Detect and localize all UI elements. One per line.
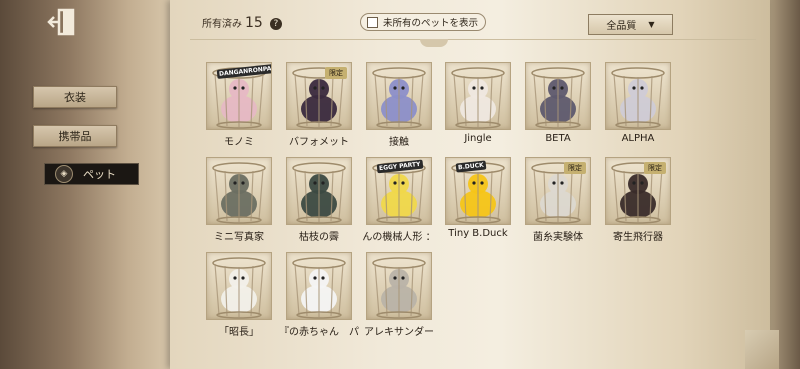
show-unowned-checkbox[interactable]: [367, 16, 378, 28]
pet-card[interactable]: アレキサンダー: [364, 252, 434, 340]
pet-card[interactable]: Jingle: [443, 62, 513, 150]
pet-frame: [366, 62, 432, 130]
header-notch: [420, 39, 448, 47]
pet-frame: 限定: [286, 62, 352, 130]
owned-label: 所有済み: [202, 19, 242, 30]
pet-name: Tiny B.Duck: [448, 228, 508, 239]
header-divider: [190, 39, 756, 40]
pet-cage-illustration: [292, 162, 346, 224]
pet-frame: [366, 252, 432, 320]
pet-card[interactable]: 枯枝の霽: [284, 157, 354, 245]
pet-name: 接触: [389, 137, 409, 148]
pet-cage-illustration: [372, 257, 426, 319]
pet-frame: [525, 62, 591, 130]
pet-name: Jingle: [464, 133, 492, 144]
pet-name: 「昭長」: [219, 327, 259, 338]
pet-name: ALPHA: [621, 133, 655, 144]
sidebar-item-accessory[interactable]: 携帯品: [33, 125, 117, 147]
pet-card[interactable]: EGGY PARTY んの機械人形 ：: [362, 157, 436, 245]
pet-cage-illustration: [531, 67, 585, 129]
exit-door-icon: [47, 8, 75, 36]
sidebar-item-label: ペット: [83, 168, 116, 181]
owned-count: 15: [245, 15, 263, 31]
pet-card[interactable]: B.DUCK Tiny B.Duck: [443, 157, 513, 245]
pet-name: 寄生飛行器: [613, 232, 663, 243]
page-fold-corner: [745, 330, 779, 369]
pet-name: 『の赤ちゃん パ: [279, 327, 359, 338]
show-unowned-label: 未所有のペットを表示: [383, 18, 479, 29]
pet-name: 菌糸実験体: [533, 232, 583, 243]
pet-frame: EGGY PARTY: [366, 157, 432, 225]
exit-button[interactable]: [44, 6, 80, 38]
pet-name: モノミ: [224, 137, 254, 148]
shield-emblem-icon: ◈: [55, 165, 73, 183]
limited-tag: 限定: [644, 162, 666, 174]
pet-frame: [206, 252, 272, 320]
chevron-down-icon: ▼: [648, 20, 655, 29]
pet-frame: [286, 157, 352, 225]
pet-frame: 限定: [605, 157, 671, 225]
quality-filter-dropdown[interactable]: 全品質 ▼: [588, 14, 673, 35]
show-unowned-toggle[interactable]: 未所有のペットを表示: [360, 13, 486, 31]
pet-frame: 限定: [525, 157, 591, 225]
sidebar-item-label: 携帯品: [58, 130, 92, 143]
pet-frame: [445, 62, 511, 130]
pet-cage-illustration: [212, 162, 266, 224]
pet-cage-illustration: [292, 257, 346, 319]
pet-card[interactable]: 『の赤ちゃん パ: [279, 252, 359, 340]
pet-card[interactable]: 限定バフォメット: [284, 62, 354, 150]
pet-name: BETA: [545, 133, 571, 144]
sidebar-item-costume[interactable]: 衣装: [33, 86, 117, 108]
pet-frame: [605, 62, 671, 130]
pet-name: アレキサンダー: [364, 327, 434, 338]
pet-card[interactable]: 限定菌糸実験体: [523, 157, 593, 245]
quality-filter-value: 全品質: [606, 21, 637, 32]
pet-cage-illustration: [451, 67, 505, 129]
help-icon[interactable]: ?: [269, 18, 282, 30]
pet-frame: [286, 252, 352, 320]
pet-card[interactable]: 接触: [364, 62, 434, 150]
pet-cage-illustration: [611, 67, 665, 129]
pet-frame: DANGANRONPA: [206, 62, 272, 130]
owned-count-display: 所有済み 15 ?: [202, 15, 282, 31]
pet-frame: [206, 157, 272, 225]
pet-card[interactable]: DANGANRONPA モノミ: [204, 62, 274, 150]
pet-card[interactable]: ミニ写真家: [204, 157, 274, 245]
pet-cage-illustration: [372, 67, 426, 129]
pet-card[interactable]: ALPHA: [603, 62, 673, 150]
pet-cage-illustration: [212, 257, 266, 319]
limited-tag: 限定: [564, 162, 586, 174]
right-edge: [770, 0, 800, 369]
pet-card[interactable]: BETA: [523, 62, 593, 150]
sidebar-item-label: 衣装: [64, 91, 86, 104]
pet-name: バフォメット: [289, 137, 349, 148]
sidebar-item-pet[interactable]: ◈ ペット: [44, 163, 139, 185]
limited-tag: 限定: [325, 67, 347, 79]
pet-name: 枯枝の霽: [299, 232, 339, 243]
pet-card[interactable]: 限定寄生飛行器: [603, 157, 673, 245]
pet-card[interactable]: 「昭長」: [204, 252, 274, 340]
pet-name: んの機械人形 ：: [362, 232, 436, 243]
pet-frame: B.DUCK: [445, 157, 511, 225]
pet-name: ミニ写真家: [214, 232, 264, 243]
